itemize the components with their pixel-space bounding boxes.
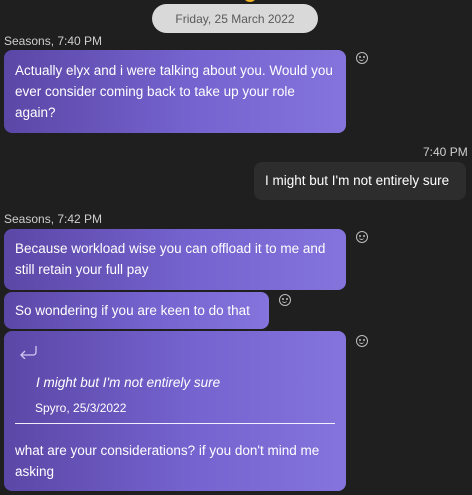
message-bubble[interactable]: Because workload wise you can offload it… [4, 229, 346, 290]
sender-timestamp: Seasons, 7:40 PM [4, 34, 103, 48]
message-text: I might but I'm not entirely sure [265, 173, 450, 188]
quoted-message-text: I might but I'm not entirely sure [36, 375, 221, 390]
message-bubble[interactable]: Actually elyx and i were talking about y… [4, 50, 346, 133]
sender-timestamp: Seasons, 7:42 PM [4, 212, 103, 226]
message-text: So wondering if you are keen to do that [15, 303, 250, 318]
message-text: Actually elyx and i were talking about y… [15, 63, 333, 120]
reply-message-bubble[interactable]: I might but I'm not entirely sure Spyro,… [4, 331, 346, 491]
message-text: what are your considerations? if you don… [15, 443, 320, 479]
date-separator: Friday, 25 March 2022 [152, 4, 318, 33]
smiley-reaction-icon[interactable] [356, 231, 368, 243]
message-text: Because workload wise you can offload it… [15, 241, 326, 277]
quote-divider [15, 423, 335, 424]
message-bubble[interactable]: So wondering if you are keen to do that [4, 292, 269, 329]
smiley-reaction-icon[interactable] [356, 335, 368, 347]
message-bubble[interactable]: I might but I'm not entirely sure [254, 162, 466, 200]
message-timestamp: 7:40 PM [423, 145, 468, 159]
smiley-reaction-icon[interactable] [356, 52, 368, 64]
emoji-icon [243, 0, 257, 2]
quoted-message-attribution: Spyro, 25/3/2022 [35, 401, 127, 415]
smiley-reaction-icon[interactable] [279, 294, 291, 306]
reply-arrow-icon [20, 346, 37, 359]
